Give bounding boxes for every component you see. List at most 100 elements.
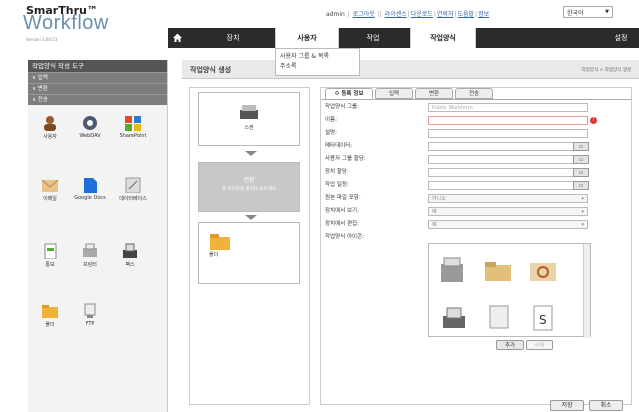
submenu-user-group[interactable]: 사용자 그룹 & 목록 xyxy=(280,52,355,62)
name-field[interactable] xyxy=(428,116,588,125)
logout-link[interactable]: 로그아웃 xyxy=(353,11,375,18)
nav-job[interactable]: 작업 xyxy=(348,28,398,48)
copier-icon[interactable] xyxy=(439,256,465,286)
include-original-select[interactable]: 아니오 ▾ xyxy=(428,194,588,203)
flow-store-label: 폴더 xyxy=(209,252,219,258)
breadcrumb: 작업양식 > 작업양식 생성 xyxy=(581,68,631,73)
user-icon xyxy=(41,115,59,131)
fax-icon xyxy=(121,243,139,259)
description-field[interactable] xyxy=(428,129,588,138)
sidebar-section-transform[interactable]: ∨ 변환 xyxy=(28,83,167,94)
sidebar-item-google-docs[interactable]: Google Docs xyxy=(73,177,107,201)
svg-text:S: S xyxy=(539,313,547,327)
delete-icon-button[interactable]: 삭제 xyxy=(526,340,553,350)
user-submenu: 사용자 그룹 & 목록 주소록 xyxy=(275,48,360,76)
webdav-icon xyxy=(81,115,99,131)
sidebar-section-send[interactable]: ∧ 전송 xyxy=(28,94,167,105)
nav-device[interactable]: 장치 xyxy=(208,28,258,48)
help-link[interactable]: 도움말 xyxy=(458,11,475,18)
database-icon xyxy=(124,177,142,194)
printer-icon[interactable] xyxy=(441,306,467,332)
chevron-down-icon: ▾ xyxy=(581,196,584,202)
user-group-field xyxy=(428,155,588,164)
sidebar-item-webdav[interactable]: WebDAV xyxy=(73,115,107,139)
folder-icon xyxy=(209,233,231,251)
row-workform-group: 작업양식 그룹: Public Workform xyxy=(325,103,625,112)
device-browse-button[interactable]: ▭ xyxy=(573,168,589,177)
download-link[interactable]: 다운로드 xyxy=(411,11,433,18)
home-icon[interactable] xyxy=(172,32,183,43)
row-description: 설명: xyxy=(325,129,625,138)
schedule-browse-button[interactable]: ▭ xyxy=(573,181,589,190)
license-link[interactable]: 라이센스 xyxy=(385,11,407,18)
error-icon: ! xyxy=(590,117,597,124)
contact-link[interactable]: 연락처 xyxy=(437,11,454,18)
sharepoint-icon xyxy=(124,115,142,131)
ftp-icon xyxy=(81,303,99,319)
notify-icon xyxy=(41,243,59,260)
sidebar-item-ftp[interactable]: FTP xyxy=(73,303,107,327)
submenu-address-book[interactable]: 주소록 xyxy=(280,62,355,72)
row-schedule: 작업 일정: ▭ xyxy=(325,181,625,190)
flow-step-scan[interactable]: 스캔 xyxy=(198,92,300,146)
cancel-button[interactable]: 취소 xyxy=(589,400,623,411)
flow-transform-title: 변환 xyxy=(243,177,255,184)
top-links: admin | 로그아웃 || 라이센스|다운로드|연락처|도움말|정보 xyxy=(326,11,490,18)
tab-send[interactable]: 전송 xyxy=(455,88,493,99)
sidebar-item-sharepoint[interactable]: SharePoint xyxy=(116,115,150,139)
folder-icon[interactable] xyxy=(484,260,512,284)
chevron-down-icon: ▾ xyxy=(581,209,584,215)
icon-list-scrollbar[interactable] xyxy=(583,244,590,338)
row-workform-icon: 작업양식 아이콘: xyxy=(325,234,365,240)
email-icon[interactable] xyxy=(529,258,557,284)
edit-on-device-select[interactable]: 예 ▾ xyxy=(428,220,588,229)
workflow-canvas: 스캔 변환 원 아이콘을 끌어다 놓으세요 폴더 xyxy=(189,87,310,405)
email-icon xyxy=(41,177,59,193)
row-include-original: 원본 파일 포함: 아니오 ▾ xyxy=(325,194,625,203)
nav-workform[interactable]: 작업양식 xyxy=(410,28,476,48)
nav-settings[interactable]: 설정 xyxy=(606,28,636,48)
save-button[interactable]: 저장 xyxy=(550,400,584,411)
sidebar-item-database[interactable]: 데이터베이스 xyxy=(113,177,153,202)
sidebar-section-input[interactable]: ∨ 입력 xyxy=(28,72,167,83)
flow-step-store[interactable]: 폴더 xyxy=(198,222,300,284)
row-edit-on-device: 장치에서 편집: 예 ▾ xyxy=(325,220,625,229)
username: admin xyxy=(326,11,345,18)
workform-group-field[interactable]: Public Workform xyxy=(428,103,588,112)
chevron-down-icon: ▼ xyxy=(605,9,609,15)
sidebar-item-notify[interactable]: 통보 xyxy=(33,243,67,268)
workform-icon-list[interactable]: S xyxy=(428,243,591,338)
row-device: 장치 할당: ▭ xyxy=(325,168,625,177)
sidebar-item-user[interactable]: 사용자 xyxy=(33,115,67,140)
content-header: 작업양식 생성 작업양식 > 작업양식 생성 xyxy=(182,60,639,79)
nav-user[interactable]: 사용자 xyxy=(275,28,339,48)
sidebar-item-folder[interactable]: 폴더 xyxy=(33,303,67,328)
page-title: 작업양식 생성 xyxy=(190,66,232,74)
tab-transform[interactable]: 변환 xyxy=(415,88,453,99)
sidebar-item-fax[interactable]: 팩스 xyxy=(113,243,147,268)
row-metadata: 메타데이터: ▭ xyxy=(325,142,625,151)
footer-bar: 저장 취소 xyxy=(182,400,639,412)
sidebar-item-printer[interactable]: 프린터 xyxy=(73,243,107,268)
sharepoint-icon[interactable]: S xyxy=(531,304,555,334)
device-field xyxy=(428,168,588,177)
view-on-device-select[interactable]: 예 ▾ xyxy=(428,207,588,216)
metadata-browse-button[interactable]: ▭ xyxy=(573,142,589,151)
tab-input[interactable]: 입력 xyxy=(375,88,413,99)
printer-icon xyxy=(81,243,99,259)
language-select[interactable]: 한국어 ▼ xyxy=(563,6,613,18)
google-docs-icon xyxy=(81,177,99,193)
flow-step-transform[interactable]: 변환 원 아이콘을 끌어다 놓으세요 xyxy=(198,162,300,212)
metadata-field xyxy=(428,142,588,151)
flow-arrow-icon xyxy=(245,151,257,156)
flow-scan-label: 스캔 xyxy=(244,125,254,131)
main-nav: 장치 사용자 작업 작업양식 설정 xyxy=(168,28,639,48)
row-name: 이름: ! xyxy=(325,116,625,125)
ftp-icon[interactable] xyxy=(487,304,511,334)
user-group-browse-button[interactable]: ▭ xyxy=(573,155,589,164)
add-icon-button[interactable]: 추가 xyxy=(496,340,524,350)
sidebar-item-email[interactable]: 이메일 xyxy=(33,177,67,202)
row-user-group: 사용자 그룹 할당: ▭ xyxy=(325,155,625,164)
info-link[interactable]: 정보 xyxy=(478,11,489,18)
tab-properties[interactable]: ⚙ 등록 정보 xyxy=(325,88,373,99)
